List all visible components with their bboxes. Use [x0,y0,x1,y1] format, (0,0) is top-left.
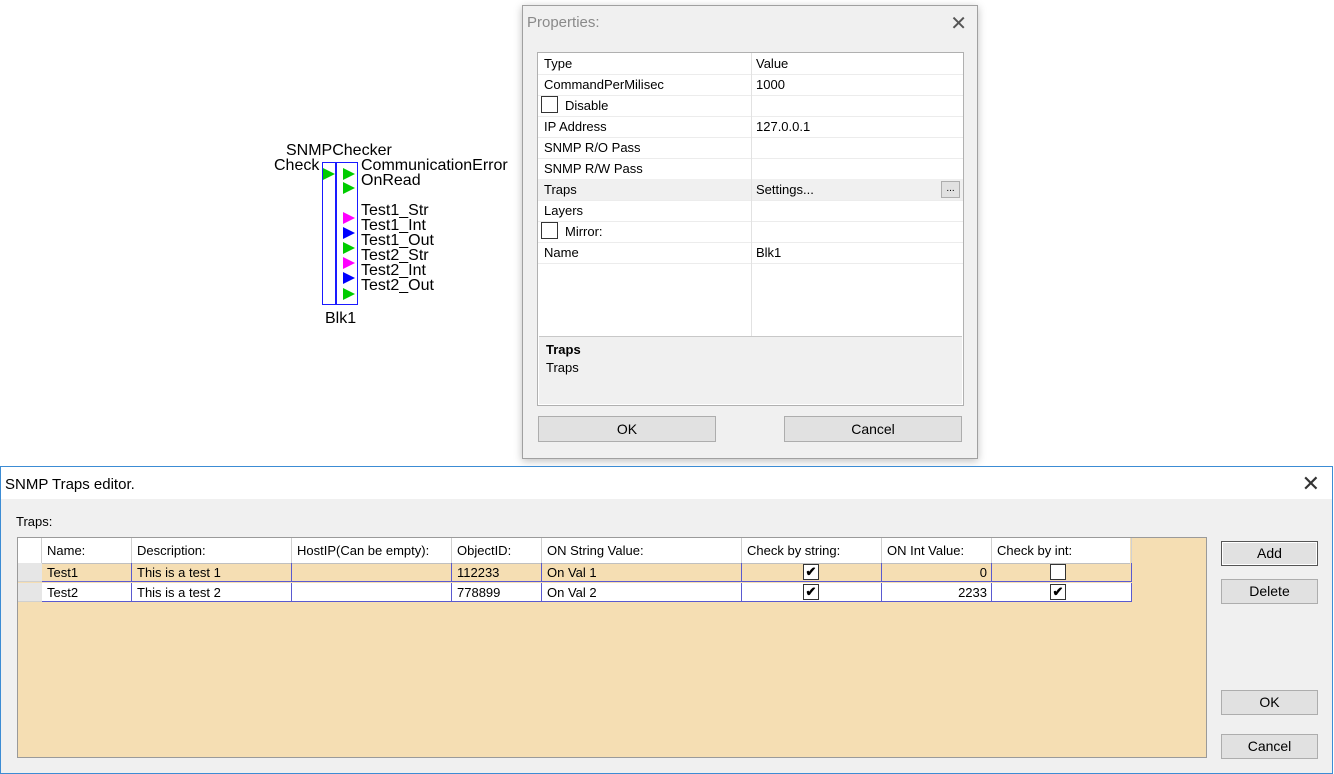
property-value[interactable]: Settings... [756,182,814,197]
table-cell[interactable] [292,583,452,602]
property-value[interactable]: 127.0.0.1 [756,119,810,134]
property-description: Traps Traps [539,336,962,404]
property-name: IP Address [544,119,607,134]
property-checkbox[interactable] [541,222,558,239]
block-input-label: Check [274,157,320,174]
properties-dialog: Properties: ✕ Type Value CommandPerMilis… [522,5,978,459]
table-row[interactable]: Test2 This is a test 2 778899 On Val 2 ✔ 2233… [18,583,1132,602]
column-header[interactable]: Name: [42,538,132,563]
traps-group-label: Traps: [16,514,53,529]
output-port-5[interactable] [343,257,355,269]
property-name: Traps [544,182,577,197]
property-name: Disable [565,98,609,113]
traps-table[interactable]: Name: Description: HostIP(Can be empty): Ob… [17,537,1207,758]
output-port-0[interactable] [343,168,355,180]
table-cell[interactable] [292,563,452,582]
output-port-4[interactable] [343,242,355,254]
checkbox[interactable]: ✔ [803,584,819,600]
column-header[interactable]: ON String Value: [542,538,742,563]
table-cell[interactable]: 0 [882,563,992,582]
output-port-2[interactable] [343,212,355,224]
cancel-button[interactable]: Cancel [1221,734,1318,759]
traps-titlebar: SNMP Traps editor. ✕ [1,467,1332,499]
output-label-5: Test2_Str [361,247,429,264]
table-cell[interactable]: Test2 [42,583,132,602]
column-header[interactable]: HostIP(Can be empty): [292,538,452,563]
close-icon[interactable]: ✕ [1302,471,1320,497]
header-type: Type [544,56,573,71]
output-label-4: Test1_Out [361,232,434,249]
block-title: SNMPChecker [286,142,392,159]
column-header[interactable]: Description: [132,538,292,563]
traps-table-header: Name: Description: HostIP(Can be empty): Ob… [18,538,1132,564]
table-row[interactable]: Test1 This is a test 1 112233 On Val 1 ✔ 0 [18,563,1132,582]
property-value[interactable]: Blk1 [756,245,781,260]
property-checkbox[interactable] [541,96,558,113]
table-cell[interactable]: On Val 1 [542,563,742,582]
row-header-corner [18,538,42,563]
output-label-6: Test2_Int [361,262,426,279]
input-port-check[interactable] [323,168,335,180]
property-name: Layers [544,203,584,218]
property-value[interactable]: 1000 [756,77,785,92]
header-value: Value [756,56,789,71]
property-name: Mirror: [565,224,603,239]
property-grid: Type Value CommandPerMilisec 1000 Disable I… [537,52,964,406]
row-header[interactable] [18,583,42,602]
column-header[interactable]: ObjectID: [452,538,542,563]
property-name: CommandPerMilisec [544,77,664,92]
column-header[interactable]: ON Int Value: [882,538,992,563]
column-header[interactable]: Check by string: [742,538,882,563]
output-label-3: Test1_Int [361,217,426,234]
output-port-7[interactable] [343,288,355,300]
properties-title: Properties: [527,14,600,31]
delete-trap-button[interactable]: Delete [1221,579,1318,604]
output-label-2: Test1_Str [361,202,429,219]
checkbox[interactable] [1050,564,1066,580]
ellipsis-button[interactable]: ... [941,181,960,198]
table-cell[interactable]: ✔ [742,563,882,582]
table-cell[interactable]: 2233 [882,583,992,602]
cancel-button[interactable]: Cancel [784,416,962,442]
table-cell[interactable]: 112233 [452,563,542,582]
table-cell[interactable]: ✔ [742,583,882,602]
snmp-traps-editor: SNMP Traps editor. ✕ Traps: Name: Descrip… [0,466,1333,774]
block-left-body [322,162,336,305]
output-label-0: CommunicationError [361,157,508,174]
output-label-1: OnRead [361,172,421,189]
block-instance-name: Blk1 [325,310,357,327]
description-text: Traps [546,360,579,375]
table-cell[interactable]: 778899 [452,583,542,602]
traps-editor-title: SNMP Traps editor. [5,476,135,493]
table-cell[interactable]: ✔ [992,583,1132,602]
property-name: SNMP R/W Pass [544,161,643,176]
output-port-6[interactable] [343,272,355,284]
description-title: Traps [546,342,581,357]
output-port-1[interactable] [343,182,355,194]
table-cell[interactable]: On Val 2 [542,583,742,602]
ok-button[interactable]: OK [538,416,716,442]
column-header[interactable]: Check by int: [992,538,1132,563]
table-cell[interactable]: This is a test 2 [132,583,292,602]
output-port-3[interactable] [343,227,355,239]
property-name: Name [544,245,579,260]
add-trap-button[interactable]: Add [1221,541,1318,566]
ok-button[interactable]: OK [1221,690,1318,715]
snmp-checker-block[interactable]: SNMPChecker Check CommunicationError OnRe… [260,138,530,338]
table-cell[interactable]: This is a test 1 [132,563,292,582]
close-icon[interactable]: ✕ [950,11,967,36]
table-cell[interactable] [992,563,1132,582]
checkbox[interactable]: ✔ [803,564,819,580]
table-cell[interactable]: Test1 [42,563,132,582]
output-label-7: Test2_Out [361,277,434,294]
property-name: SNMP R/O Pass [544,140,641,155]
checkbox[interactable]: ✔ [1050,584,1066,600]
row-header[interactable] [18,563,42,582]
